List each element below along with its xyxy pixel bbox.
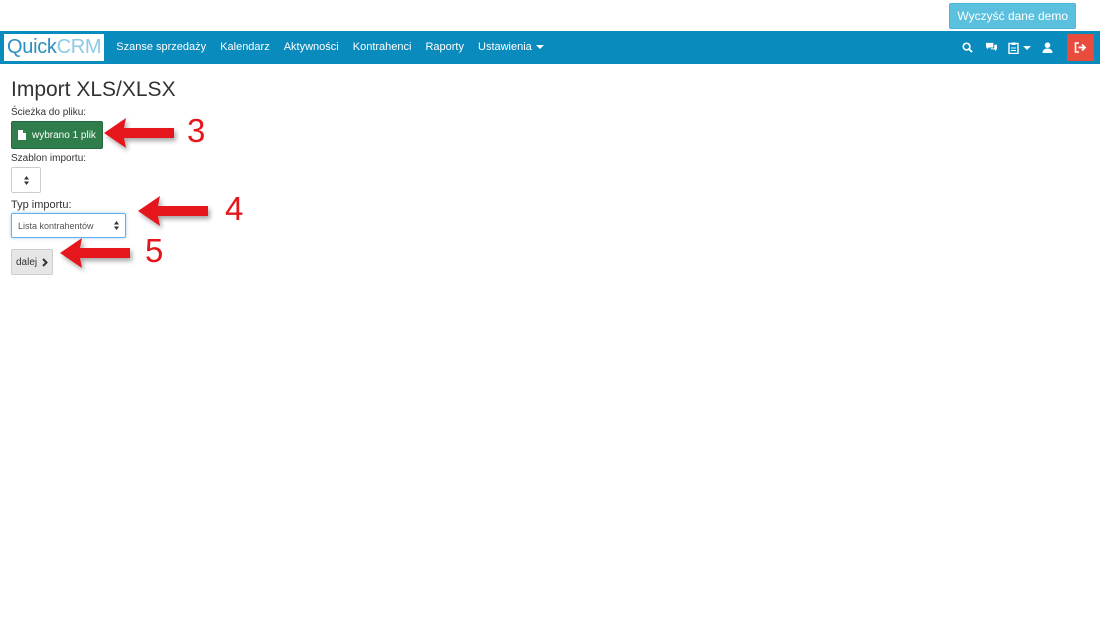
clipboard-icon[interactable]: [1004, 31, 1034, 64]
logout-icon: [1074, 42, 1087, 53]
template-select[interactable]: [11, 167, 41, 193]
annotation-number-3: 3: [187, 112, 206, 149]
annotation-number-5: 5: [145, 232, 164, 269]
template-label: Szablon importu:: [11, 153, 87, 164]
caret-down-icon: [1022, 45, 1031, 50]
annotation-arrow-5: [60, 238, 130, 268]
nav-item-settings-label: Ustawienia: [478, 41, 532, 53]
nav-item-sales-opportunities[interactable]: Szanse sprzedaży: [109, 31, 213, 64]
caret-down-icon: [535, 45, 544, 50]
nav-item-reports[interactable]: Raporty: [418, 31, 471, 64]
annotation-arrow-3: [104, 118, 174, 148]
user-icon[interactable]: [1036, 31, 1058, 64]
brand-quick: Quick: [7, 36, 57, 58]
nav-item-activities[interactable]: Aktywności: [277, 31, 346, 64]
nav-item-settings[interactable]: Ustawienia: [471, 31, 551, 64]
navbar: Quick CRM Szanse sprzedaży Kalendarz Akty…: [0, 31, 1100, 64]
import-type-value: Lista kontrahentów: [18, 220, 94, 231]
file-select-button[interactable]: wybrano 1 plik: [11, 121, 103, 149]
top-bar: Wyczyść dane demo: [0, 0, 1100, 31]
clear-demo-data-button[interactable]: Wyczyść dane demo: [949, 3, 1076, 29]
nav-item-calendar[interactable]: Kalendarz: [213, 31, 277, 64]
chevron-right-icon: [42, 257, 49, 267]
logout-button[interactable]: [1067, 34, 1094, 61]
updown-arrows-icon: [114, 221, 119, 230]
next-button-label: dalej: [16, 256, 38, 268]
chat-icon[interactable]: [980, 31, 1002, 64]
search-icon[interactable]: [956, 31, 978, 64]
page-title: Import XLS/XLSX: [11, 78, 176, 101]
brand-logo[interactable]: Quick CRM: [4, 34, 105, 61]
nav-menu: Szanse sprzedaży Kalendarz Aktywności Ko…: [109, 31, 551, 64]
brand-crm: CRM: [56, 36, 102, 58]
next-button[interactable]: dalej: [11, 249, 54, 275]
updown-arrows-icon: [23, 175, 29, 185]
annotation-arrow-4: [138, 196, 208, 226]
annotation-number-4: 4: [225, 190, 244, 227]
nav-right-icons: [955, 31, 1094, 64]
file-icon: [18, 130, 26, 140]
nav-item-contractors[interactable]: Kontrahenci: [346, 31, 419, 64]
file-select-label: wybrano 1 plik: [32, 129, 96, 141]
